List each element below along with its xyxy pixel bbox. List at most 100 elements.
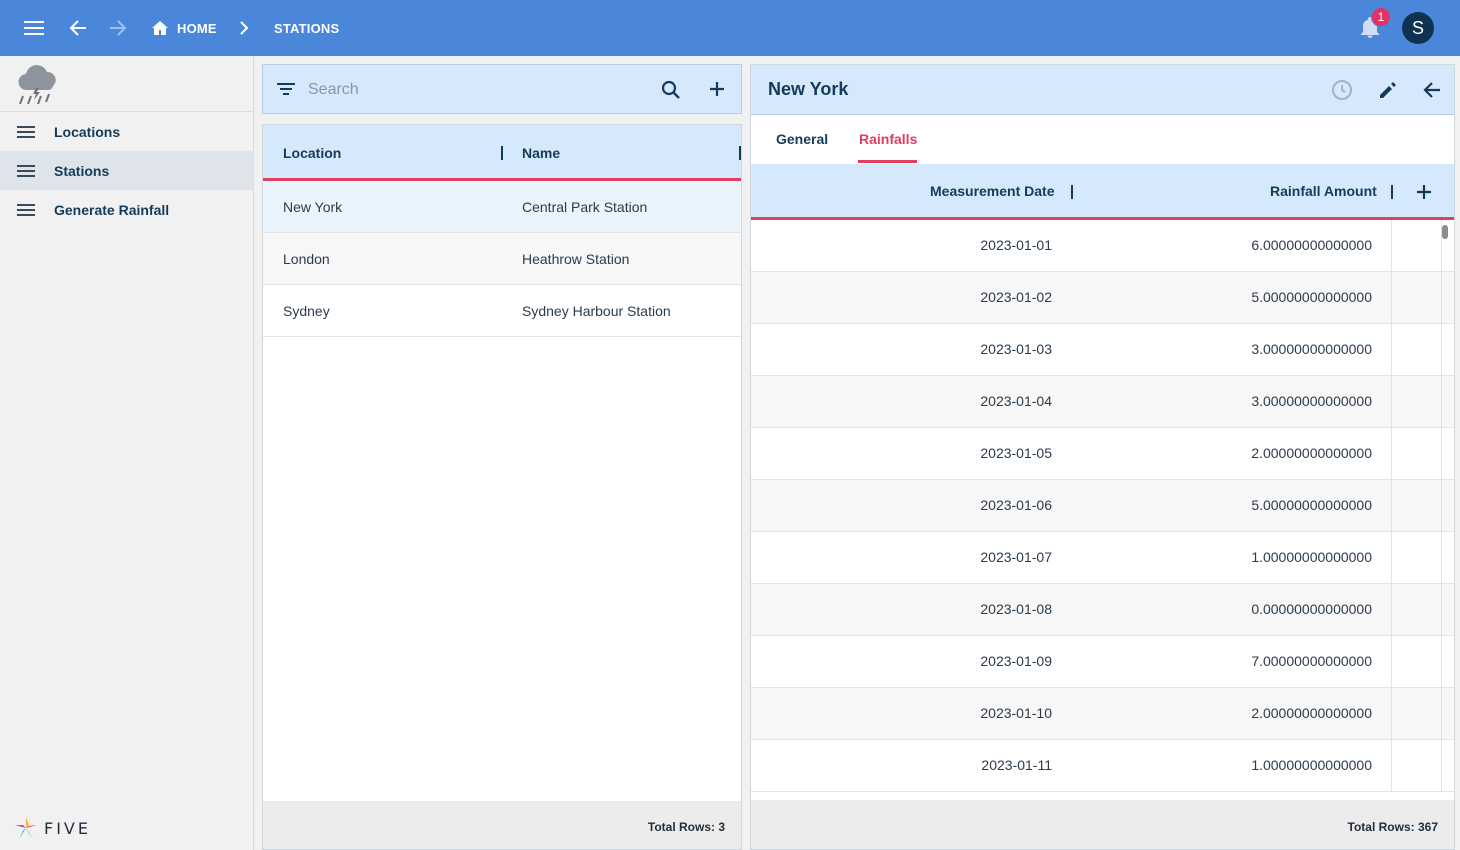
column-divider [1441,428,1442,480]
column-resize-handle[interactable] [739,146,741,160]
cell-date: 2023-01-05 [980,445,1052,461]
cell-amount: 0.00000000000000 [1251,601,1372,617]
cell-date: 2023-01-02 [980,289,1052,305]
column-divider [1441,636,1442,688]
column-resize-handle[interactable] [1391,185,1393,199]
cell-date: 2023-01-11 [981,757,1052,773]
table-row[interactable]: 2023-01-11 1.00000000000000 [751,740,1454,792]
column-divider [1441,272,1442,324]
list-icon [17,125,35,138]
detail-panel: New York General Rainfalls Measurement D… [750,64,1455,850]
cell-date: 2023-01-06 [980,497,1052,513]
sidebar-item-stations[interactable]: Stations [0,151,253,190]
column-header-rainfall-amount[interactable]: Rainfall Amount [1270,183,1377,199]
table-row[interactable]: London Heathrow Station [263,233,741,285]
breadcrumb-home[interactable]: HOME [177,21,217,36]
search-input[interactable]: Search [308,81,359,99]
five-logo-text: FIVE [44,818,91,838]
cell-location: New York [283,199,343,215]
cell-amount: 1.00000000000000 [1251,549,1372,565]
table-row[interactable]: 2023-01-09 7.00000000000000 [751,636,1454,688]
table-row[interactable]: 2023-01-10 2.00000000000000 [751,688,1454,740]
add-icon[interactable] [1416,184,1432,200]
back-arrow-icon[interactable] [1423,81,1441,99]
table-row[interactable]: 2023-01-02 5.00000000000000 [751,272,1454,324]
tab-rainfalls[interactable]: Rainfalls [859,131,917,147]
total-rows: Total Rows: 367 [1347,820,1438,834]
history-clock-icon[interactable] [1331,79,1353,101]
column-header-name[interactable]: Name [522,145,560,161]
avatar[interactable]: S [1402,12,1434,44]
cell-name: Heathrow Station [522,251,630,267]
scrollbar-thumb[interactable] [1442,225,1448,239]
column-header-measurement-date[interactable]: Measurement Date [930,183,1055,199]
chevron-right-icon [236,20,252,36]
column-resize-handle[interactable] [1071,185,1073,199]
menu-icon[interactable] [22,16,46,40]
table-row[interactable]: Sydney Sydney Harbour Station [263,285,741,337]
column-divider [1441,584,1442,636]
detail-title: New York [768,79,849,99]
sidebar-item-label: Locations [54,123,121,140]
forward-arrow-icon[interactable] [106,16,130,40]
table-row[interactable]: 2023-01-06 5.00000000000000 [751,480,1454,532]
top-app-bar: HOME STATIONS 1 S [0,0,1460,56]
column-divider [1391,220,1392,272]
cell-amount: 5.00000000000000 [1251,289,1372,305]
rain-cloud-icon [18,65,56,105]
cell-date: 2023-01-08 [980,601,1052,617]
filter-icon[interactable] [277,82,295,96]
column-divider [1391,272,1392,324]
column-divider [1391,740,1392,792]
cell-amount: 3.00000000000000 [1251,393,1372,409]
table-row[interactable]: 2023-01-04 3.00000000000000 [751,376,1454,428]
sidebar-item-generate-rainfall[interactable]: Generate Rainfall [0,190,253,229]
search-icon[interactable] [661,80,681,100]
cell-date: 2023-01-03 [980,341,1052,357]
edit-pencil-icon[interactable] [1378,80,1398,100]
back-arrow-icon[interactable] [66,16,90,40]
cell-date: 2023-01-09 [980,653,1052,669]
five-star-icon [15,817,37,839]
tab-general[interactable]: General [776,131,828,147]
list-icon [17,203,35,216]
sidebar-item-label: Generate Rainfall [54,201,170,218]
list-toolbar: Search [262,64,742,114]
cell-name: Central Park Station [522,199,648,215]
cell-amount: 1.00000000000000 [1251,757,1372,773]
cell-date: 2023-01-04 [980,393,1052,409]
column-divider [1391,584,1392,636]
cell-amount: 2.00000000000000 [1251,445,1372,461]
total-rows: Total Rows: 3 [647,820,725,834]
cell-amount: 6.00000000000000 [1251,237,1372,253]
notification-badge: 1 [1371,7,1391,27]
table-row[interactable]: 2023-01-07 1.00000000000000 [751,532,1454,584]
cell-date: 2023-01-07 [980,549,1052,565]
table-row[interactable]: 2023-01-01 6.00000000000000 [751,220,1454,272]
stations-list: Location Name New York Central Park Stat… [262,124,742,850]
column-divider [1391,376,1392,428]
cell-amount: 7.00000000000000 [1251,653,1372,669]
table-row[interactable]: New York Central Park Station [263,181,741,233]
home-icon[interactable] [150,18,170,38]
sidebar-item-label: Stations [54,162,110,179]
table-row[interactable]: 2023-01-03 3.00000000000000 [751,324,1454,376]
cell-amount: 3.00000000000000 [1251,341,1372,357]
column-divider [1441,480,1442,532]
five-logo: FIVE [14,816,91,840]
app-logo-area [0,56,253,112]
rainfall-grid-body: 2023-01-01 6.00000000000000 2023-01-02 5.0… [751,220,1454,802]
table-row[interactable]: 2023-01-08 0.00000000000000 [751,584,1454,636]
add-icon[interactable] [709,81,725,97]
detail-header: New York [751,65,1454,115]
column-resize-handle[interactable] [501,146,503,160]
list-icon [17,164,35,177]
table-row[interactable]: 2023-01-05 2.00000000000000 [751,428,1454,480]
column-divider [1391,324,1392,376]
column-divider [1441,688,1442,740]
cell-date: 2023-01-10 [980,705,1052,721]
column-header-location[interactable]: Location [283,145,341,161]
detail-footer: Total Rows: 367 [751,800,1454,849]
list-header: Location Name [263,125,741,181]
sidebar-item-locations[interactable]: Locations [0,112,253,151]
